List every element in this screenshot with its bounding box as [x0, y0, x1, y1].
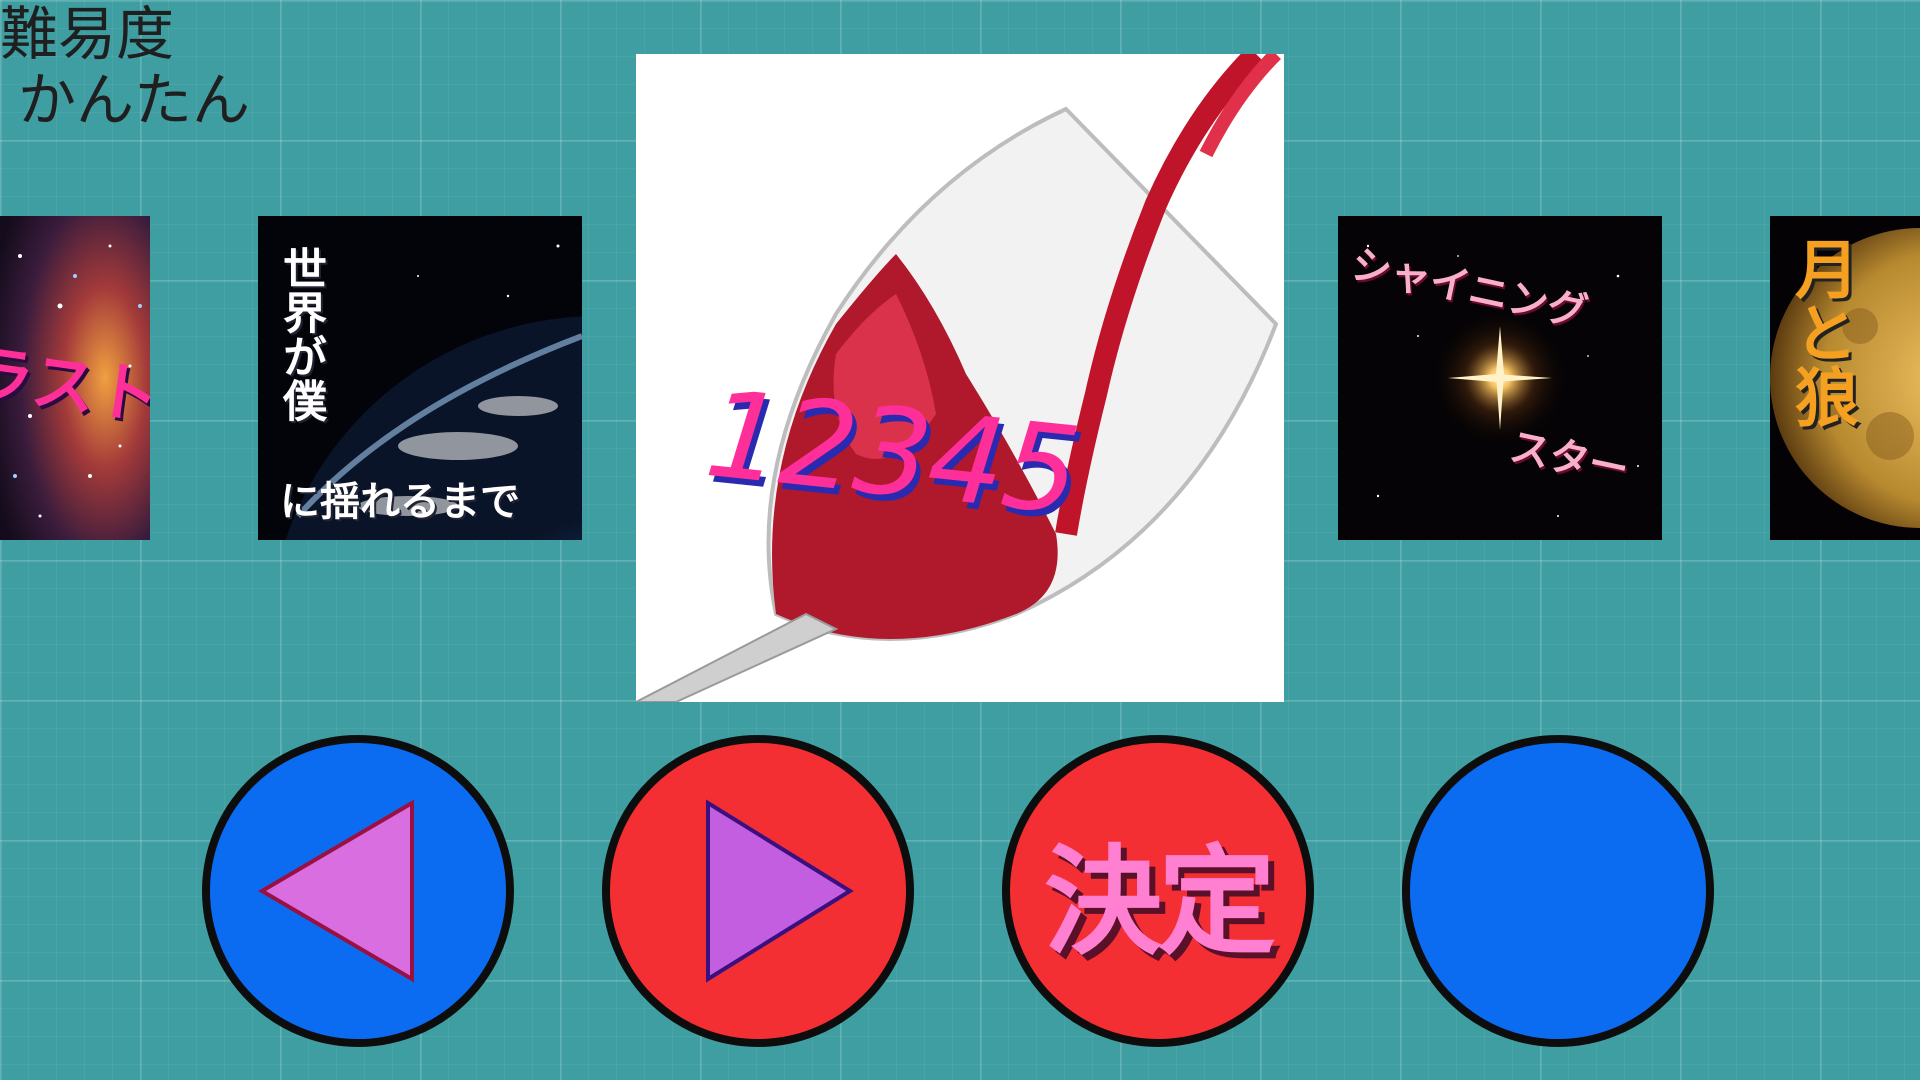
- song-jacket-prev[interactable]: 世界が僕 に揺れるまで: [258, 216, 582, 540]
- song-title-line2: に揺れるまで: [280, 479, 520, 525]
- song-jacket-selected[interactable]: 12345: [636, 54, 1284, 702]
- song-jacket-next[interactable]: シャイニング スター: [1338, 216, 1662, 540]
- triangle-right-icon: [706, 799, 854, 983]
- song-jacket-left-partial[interactable]: ラスト: [0, 216, 150, 540]
- triangle-left-icon: [258, 799, 414, 983]
- decide-label: 決定: [1043, 832, 1276, 971]
- next-song-button[interactable]: [602, 735, 914, 1047]
- difficulty-panel: 難易度 かんたん: [0, 0, 280, 140]
- song-title-line1: 世界が僕: [275, 246, 326, 422]
- decide-button[interactable]: 決定: [1002, 735, 1314, 1047]
- difficulty-label: 難易度: [0, 0, 175, 68]
- song-title-fragment: 月と狼: [1784, 236, 1858, 428]
- previous-song-button[interactable]: [202, 735, 514, 1047]
- blank-button[interactable]: [1402, 735, 1714, 1047]
- difficulty-value: かんたん: [18, 66, 251, 134]
- song-jacket-right-partial[interactable]: 月と狼: [1770, 216, 1920, 540]
